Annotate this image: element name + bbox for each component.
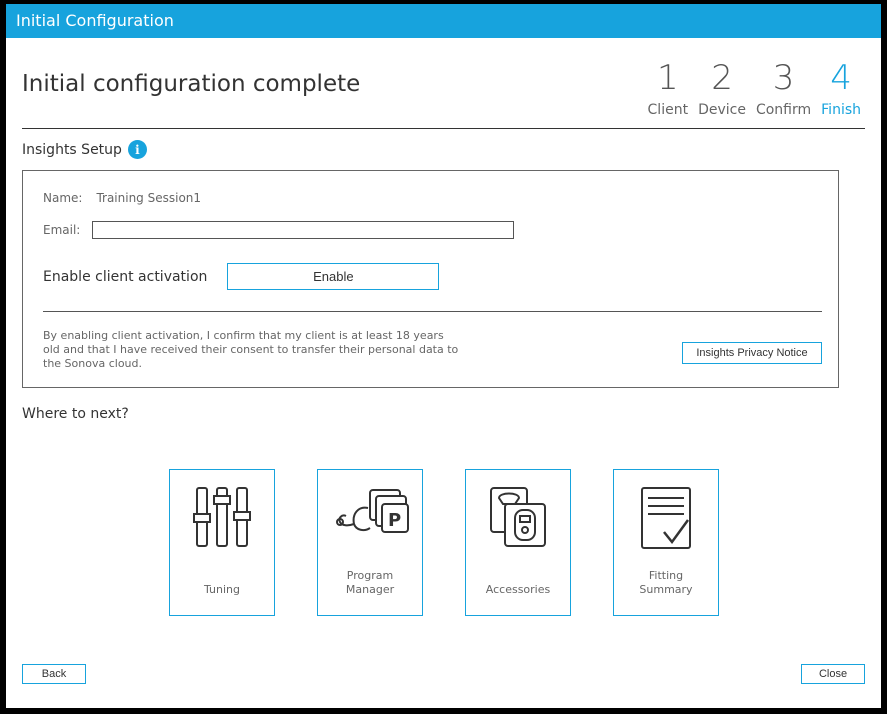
step-device: 2 Device <box>698 58 746 118</box>
back-button[interactable]: Back <box>22 664 86 684</box>
tile-label: Fitting Summary <box>639 569 693 596</box>
step-number: 2 <box>711 58 733 98</box>
header-divider <box>22 128 865 129</box>
title-bar: Initial Configuration <box>6 4 881 38</box>
step-indicator: 1 Client 2 Device 3 Confirm 4 Finish <box>648 58 861 118</box>
step-label: Device <box>698 102 746 118</box>
email-row: Email: <box>43 221 515 239</box>
tile-tuning[interactable]: Tuning <box>169 469 275 616</box>
svg-text:P: P <box>388 510 401 531</box>
enable-label: Enable client activation <box>43 268 208 285</box>
step-number: 1 <box>656 58 679 98</box>
sliders-icon <box>193 487 251 547</box>
name-label: Name: <box>43 191 83 205</box>
name-row: Name: Training Session1 <box>43 191 201 205</box>
enable-button[interactable]: Enable <box>227 263 440 290</box>
insights-section-title: Insights Setup i <box>22 140 147 159</box>
step-label: Client <box>647 102 689 118</box>
tile-accessories[interactable]: Accessories <box>465 469 571 616</box>
consent-text: By enabling client activation, I confirm… <box>43 329 459 370</box>
fitting-summary-icon <box>641 487 691 549</box>
where-next-title: Where to next? <box>22 406 129 422</box>
next-tiles: Tuning P Program Manager Accessories Fit… <box>169 469 719 616</box>
enable-row: Enable client activation Enable <box>43 263 440 290</box>
insights-divider <box>43 311 822 312</box>
accessories-icon <box>490 487 546 547</box>
tile-program-manager[interactable]: P Program Manager <box>317 469 423 616</box>
app-window: Initial Configuration Initial configurat… <box>0 0 887 714</box>
program-manager-icon: P <box>336 489 409 533</box>
close-button[interactable]: Close <box>801 664 865 684</box>
step-confirm: 3 Confirm <box>756 58 811 118</box>
insights-panel: Name: Training Session1 Email: Enable cl… <box>22 170 839 388</box>
step-number: 4 <box>830 58 852 98</box>
privacy-notice-button[interactable]: Insights Privacy Notice <box>682 342 822 364</box>
step-finish: 4 Finish <box>821 58 861 118</box>
step-label: Finish <box>821 102 861 118</box>
email-field[interactable] <box>92 221 515 239</box>
tile-label: Accessories <box>485 583 551 596</box>
name-value: Training Session1 <box>96 191 202 205</box>
tile-label: Program Manager <box>345 569 395 596</box>
step-number: 3 <box>772 58 795 98</box>
insights-title-text: Insights Setup <box>22 141 122 158</box>
tile-fitting-summary[interactable]: Fitting Summary <box>613 469 719 616</box>
tile-label: Tuning <box>203 583 240 596</box>
step-label: Confirm <box>755 102 812 118</box>
info-icon[interactable]: i <box>127 140 147 159</box>
email-label: Email: <box>43 223 81 237</box>
step-client: 1 Client <box>648 58 689 118</box>
page-title: Initial configuration complete <box>22 71 361 97</box>
